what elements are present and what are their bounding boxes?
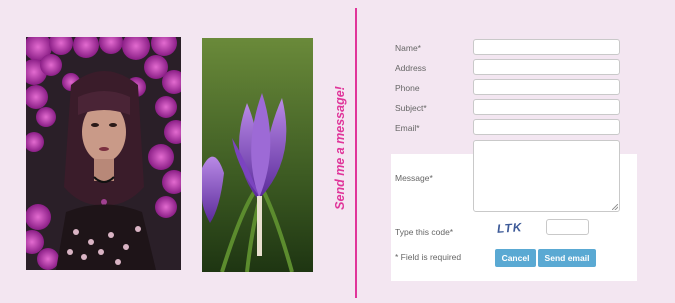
send-message-heading: Send me a message!	[333, 86, 347, 210]
vertical-divider	[355, 8, 357, 298]
address-label: Address	[395, 63, 427, 73]
address-input[interactable]	[473, 59, 620, 75]
crocus-photo	[202, 38, 313, 272]
name-label: Name*	[395, 43, 421, 53]
message-textarea[interactable]	[473, 140, 620, 212]
name-input[interactable]	[473, 39, 620, 55]
phone-input[interactable]	[473, 79, 620, 95]
required-note: * Field is required	[395, 252, 462, 262]
woman-photo	[26, 37, 181, 270]
captcha-image: LTK	[496, 220, 523, 236]
subject-label: Subject*	[395, 103, 427, 113]
phone-label: Phone	[395, 83, 420, 93]
code-label: Type this code*	[395, 227, 454, 237]
contact-form: Name* Address Phone Subject* Email* Mess…	[391, 30, 637, 281]
send-email-button[interactable]: Send email	[538, 249, 596, 267]
subject-input[interactable]	[473, 99, 620, 115]
resize-grip-icon[interactable]	[612, 204, 618, 210]
email-label: Email*	[395, 123, 420, 133]
captcha-input[interactable]	[546, 219, 589, 235]
email-input[interactable]	[473, 119, 620, 135]
cancel-button[interactable]: Cancel	[495, 249, 536, 267]
message-label: Message*	[395, 173, 433, 183]
